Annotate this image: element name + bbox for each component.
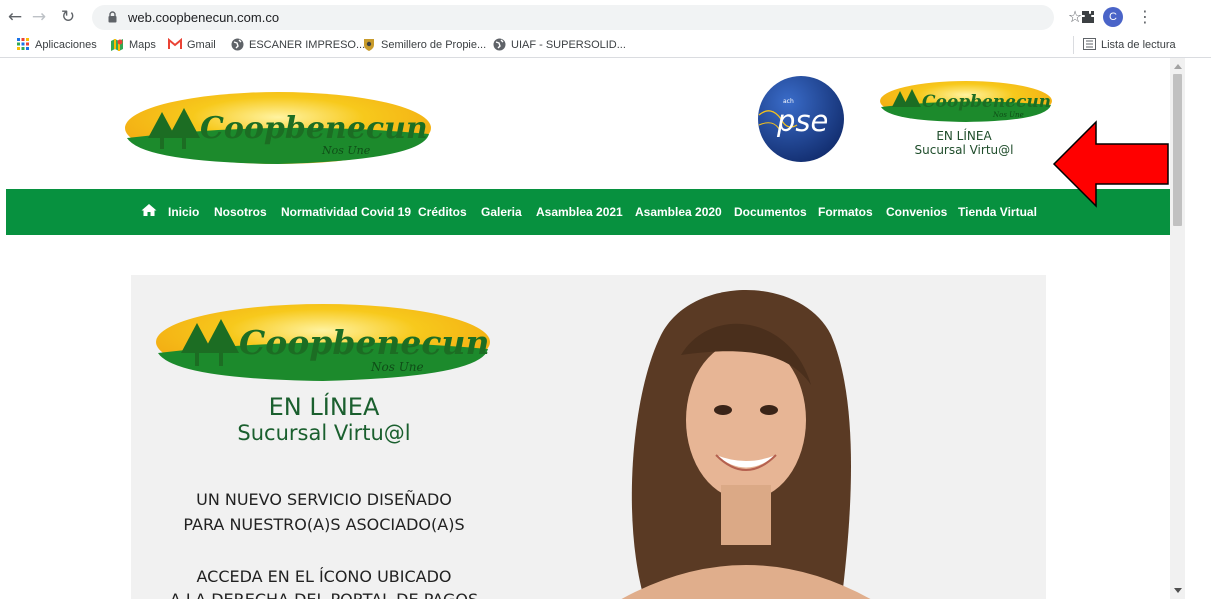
home-icon[interactable] — [141, 203, 157, 217]
maps-icon — [110, 38, 124, 52]
nav-item-convenios[interactable]: Convenios — [886, 205, 947, 219]
reading-list-icon — [1082, 38, 1096, 52]
bookmark-label: Semillero de Propie... — [381, 39, 487, 51]
bookmark-label: ESCANER IMPRESO... — [249, 39, 366, 51]
bookmark-label: Maps — [129, 39, 156, 51]
hero-line-3: ACCEDA EN EL ÍCONO UBICADO — [196, 567, 452, 586]
hero-banner[interactable]: Coopbenecun Nos Une EN LÍNEA Sucursal Vi… — [131, 275, 1046, 599]
logo-text: Coopbenecun — [200, 111, 428, 146]
hero-line-1: UN NUEVO SERVICIO DISEÑADO — [196, 490, 452, 509]
scrollbar-thumb[interactable] — [1173, 74, 1182, 226]
pse-text: pse — [776, 104, 828, 138]
nav-item-tienda-virtual[interactable]: Tienda Virtual — [958, 205, 1037, 219]
nav-item-galeria[interactable]: Galeria — [481, 205, 522, 219]
logo-tagline: Nos Une — [321, 144, 371, 157]
virtual-branch-line2: Sucursal Virtu@l — [914, 143, 1014, 157]
reload-icon[interactable]: ↻ — [57, 6, 79, 28]
apps-grid-icon — [16, 38, 30, 52]
hero-logo: Coopbenecun Nos Une — [156, 304, 490, 381]
forward-arrow-icon[interactable]: → — [28, 6, 50, 28]
nav-item-normatividad[interactable]: Normatividad Covid 19 — [281, 205, 411, 219]
reading-list-button[interactable]: Lista de lectura — [1073, 36, 1176, 54]
scroll-up-arrow-icon[interactable] — [1174, 64, 1182, 69]
globe-icon — [230, 38, 244, 52]
main-navigation: Inicio Nosotros Normatividad Covid 19 Cr… — [6, 189, 1170, 235]
page-scrollbar[interactable] — [1170, 58, 1185, 599]
scroll-down-arrow-icon[interactable] — [1174, 588, 1182, 593]
browser-toolbar: ← → ↻ web.coopbenecun.com.co ☆ C ⋮ — [0, 0, 1211, 32]
pse-logo[interactable]: ach pse — [757, 75, 845, 163]
bookmark-aplicaciones[interactable]: Aplicaciones — [16, 36, 97, 54]
hero-line-2: PARA NUESTRO(A)S ASOCIADO(A)S — [183, 515, 465, 534]
virtual-branch-logo: Coopbenecun Nos Une — [880, 81, 1052, 122]
reading-list-label: Lista de lectura — [1101, 39, 1176, 51]
virtual-branch-button[interactable]: Coopbenecun Nos Une EN LÍNEA Sucursal Vi… — [874, 73, 1054, 163]
bookmarks-bar: Aplicaciones Maps Gmail ESCANER IMPRESO.… — [0, 32, 1211, 58]
lock-icon — [108, 11, 117, 23]
bookmark-label: Aplicaciones — [35, 39, 97, 51]
back-arrow-icon[interactable]: ← — [4, 6, 26, 28]
extensions-icon[interactable] — [1077, 6, 1099, 28]
logo-text: Coopbenecun — [239, 323, 490, 362]
bookmark-escaner[interactable]: ESCANER IMPRESO... — [230, 36, 365, 54]
nav-item-asamblea-2020[interactable]: Asamblea 2020 — [635, 205, 722, 219]
globe-icon — [492, 38, 506, 52]
profile-avatar[interactable]: C — [1103, 7, 1123, 27]
hero-woman-photo — [621, 290, 871, 599]
virtual-branch-line1: EN LÍNEA — [936, 129, 992, 143]
nav-item-formatos[interactable]: Formatos — [818, 205, 873, 219]
emblem-icon — [362, 38, 376, 52]
logo-tagline: Nos Une — [370, 360, 424, 374]
bookmark-uiaf[interactable]: UIAF - SUPERSOLID... — [492, 36, 626, 54]
address-bar[interactable]: web.coopbenecun.com.co — [92, 5, 1054, 30]
nav-item-documentos[interactable]: Documentos — [734, 205, 807, 219]
nav-item-asamblea-2021[interactable]: Asamblea 2021 — [536, 205, 623, 219]
hero-headline-2: Sucursal Virtu@l — [237, 421, 411, 445]
bookmark-gmail[interactable]: Gmail — [168, 36, 216, 54]
bookmark-label: Gmail — [187, 39, 216, 51]
gmail-icon — [168, 37, 182, 52]
red-arrow-annotation — [1052, 120, 1169, 208]
bookmark-semillero[interactable]: Semillero de Propie... — [362, 36, 486, 54]
logo-tagline: Nos Une — [992, 111, 1024, 119]
bookmark-label: UIAF - SUPERSOLID... — [511, 39, 626, 51]
nav-item-inicio[interactable]: Inicio — [168, 205, 199, 219]
nav-item-creditos[interactable]: Créditos — [418, 205, 467, 219]
logo-text: Coopbenecun — [922, 92, 1051, 112]
menu-kebab-icon[interactable]: ⋮ — [1134, 6, 1156, 28]
coopbenecun-logo[interactable]: Coopbenecun Nos Une — [122, 90, 434, 166]
bookmark-maps[interactable]: Maps — [110, 36, 156, 54]
nav-item-nosotros[interactable]: Nosotros — [214, 205, 267, 219]
hero-line-4: A LA DERECHA DEL PORTAL DE PAGOS — [159, 590, 489, 599]
url-text: web.coopbenecun.com.co — [128, 10, 280, 25]
hero-headline-1: EN LÍNEA — [268, 393, 380, 421]
page-viewport: Coopbenecun Nos Une ach pse Coopbenecun … — [0, 58, 1170, 599]
